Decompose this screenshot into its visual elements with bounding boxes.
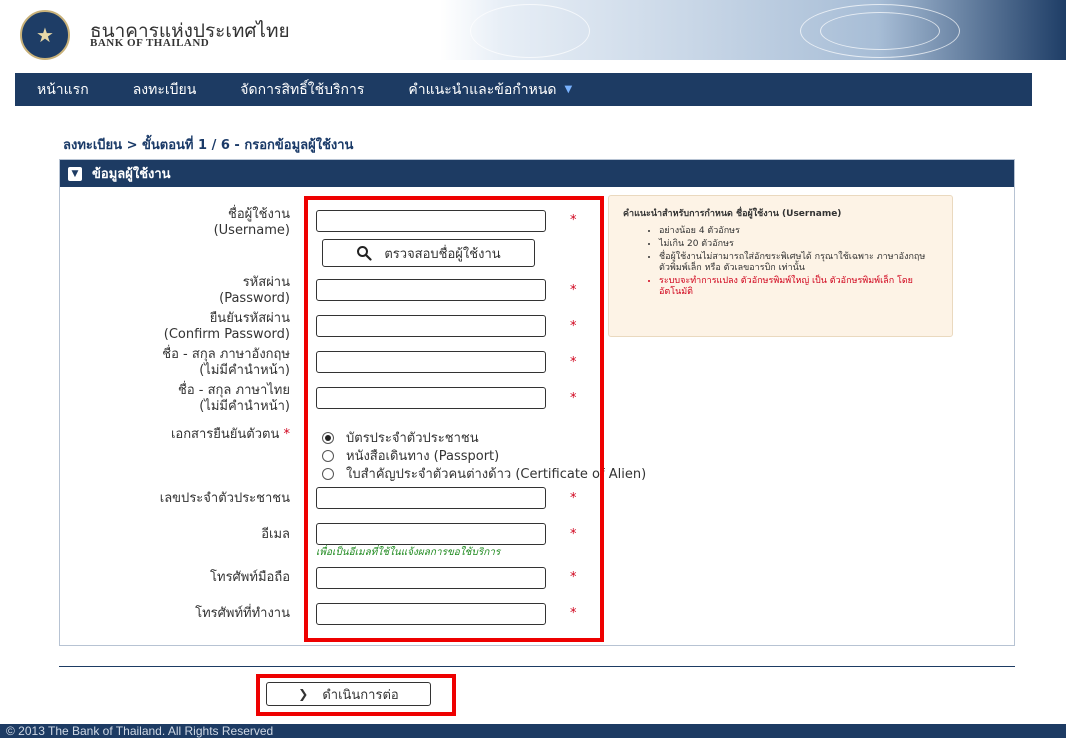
footer-copyright: © 2013 The Bank of Thailand. All Rights … xyxy=(0,724,1066,738)
divider xyxy=(59,666,1015,667)
office-phone-label: โทรศัพท์ที่ทำงาน xyxy=(195,606,290,621)
bank-logo-icon[interactable]: ★ xyxy=(20,10,70,60)
name-th-label: ชื่อ - สกุล ภาษาไทย (ไม่มีคำนำหน้า) xyxy=(178,383,290,414)
panel-title: ข้อมูลผู้ใช้งาน xyxy=(92,167,171,182)
caret-down-icon[interactable]: ▼ xyxy=(564,84,572,95)
header-ornament xyxy=(470,4,590,58)
collapse-icon[interactable]: ▼ xyxy=(68,166,82,181)
breadcrumb: ลงทะเบียน > ขั้นตอนที่ 1 / 6 - กรอกข้อมู… xyxy=(63,138,354,153)
username-guidance-box: คำแนะนำสำหรับการกำหนด ชื่อผู้ใช้งาน (Use… xyxy=(608,195,953,337)
nav-item-register[interactable]: ลงทะเบียน xyxy=(111,79,219,101)
guidance-item-warning: ระบบจะทำการแปลง ตัวอักษรพิมพ์ใหญ่ เป็น ต… xyxy=(659,276,938,298)
guidance-item: ชื่อผู้ใช้งานไม่สามารถใส่อักขระพิเศษได้ … xyxy=(659,252,938,274)
panel-header[interactable]: ▼ ข้อมูลผู้ใช้งาน xyxy=(60,160,1014,187)
email-label: อีเมล xyxy=(261,527,290,542)
password-label: รหัสผ่าน (Password) xyxy=(219,275,290,306)
mobile-label: โทรศัพท์มือถือ xyxy=(210,570,290,585)
highlight-box-continue xyxy=(256,674,456,716)
nav-item-home[interactable]: หน้าแรก xyxy=(15,79,111,101)
site-header: ★ ธนาคารแห่งประเทศไทย BANK OF THAILAND xyxy=(0,0,1066,60)
guidance-item: ไม่เกิน 20 ตัวอักษร xyxy=(659,239,938,250)
confirm-password-label: ยืนยันรหัสผ่าน (Confirm Password) xyxy=(163,311,290,342)
nav-item-manage-access[interactable]: จัดการสิทธิ์ใช้บริการ xyxy=(218,79,386,101)
doc-type-label: เอกสารยืนยันตัวตน * xyxy=(170,427,290,442)
guidance-title: คำแนะนำสำหรับการกำหนด ชื่อผู้ใช้งาน (Use… xyxy=(623,209,842,219)
guidance-list: อย่างน้อย 4 ตัวอักษร ไม่เกิน 20 ตัวอักษร… xyxy=(623,226,938,298)
main-nav: หน้าแรก ลงทะเบียน จัดการสิทธิ์ใช้บริการ … xyxy=(15,73,1032,106)
id-number-label: เลขประจำตัวประชาชน xyxy=(159,491,290,506)
nav-item-guidance[interactable]: คำแนะนำและข้อกำหนด xyxy=(386,79,578,101)
brand-name-english: BANK OF THAILAND xyxy=(90,37,210,49)
guidance-item: อย่างน้อย 4 ตัวอักษร xyxy=(659,226,938,237)
name-en-label: ชื่อ - สกุล ภาษาอังกฤษ (ไม่มีคำนำหน้า) xyxy=(162,347,290,378)
username-label: ชื่อผู้ใช้งาน (Username) xyxy=(213,207,290,238)
header-ornament xyxy=(820,12,940,50)
highlight-box-form-fields xyxy=(304,196,604,642)
